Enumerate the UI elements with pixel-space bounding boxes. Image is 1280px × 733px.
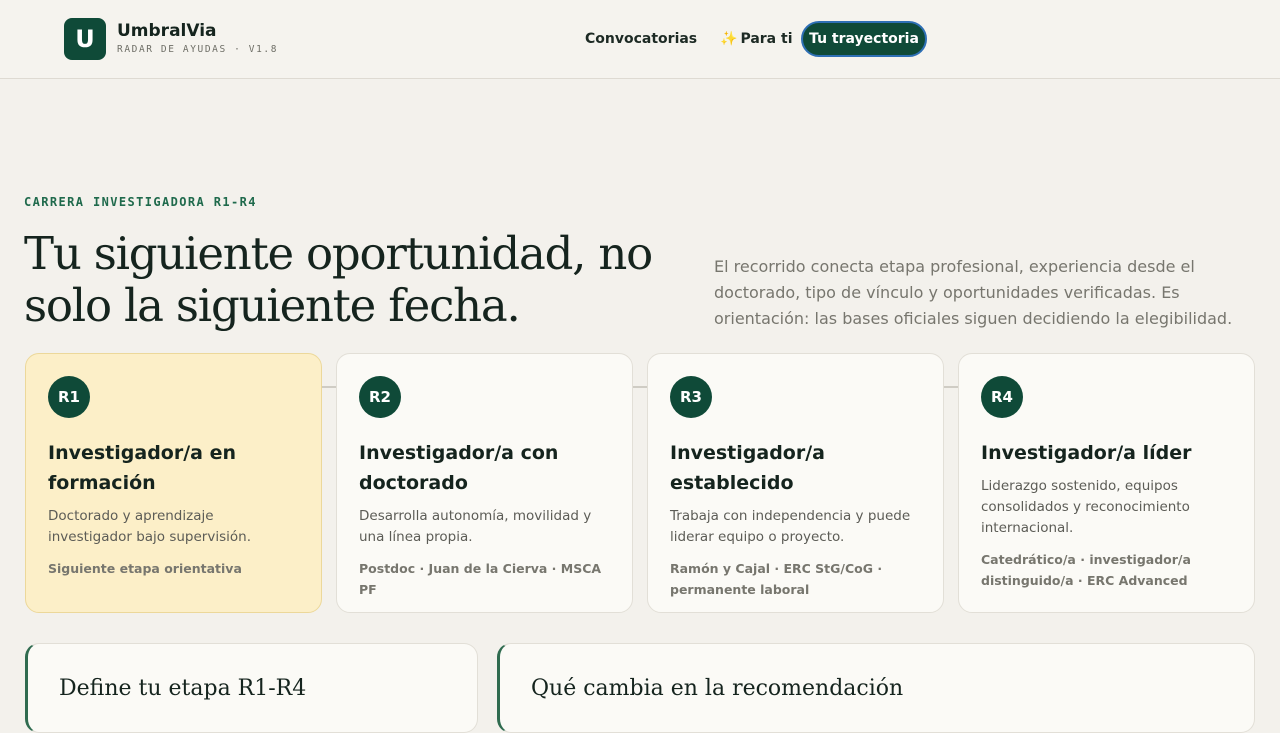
stage-title: Investigador/a en formación bbox=[48, 442, 237, 494]
sparkles-icon: ✨ bbox=[720, 31, 738, 47]
page-title: Tu siguiente oportunidad, no solo la sig… bbox=[24, 227, 653, 332]
nav-para-ti[interactable]: ✨ Para ti bbox=[720, 31, 793, 47]
stage-meta: Ramón y Cajal · ERC StG/CoG · permanente… bbox=[670, 561, 883, 597]
nav-convocatorias[interactable]: Convocatorias bbox=[585, 31, 697, 47]
stage-badge: R2 bbox=[359, 376, 401, 418]
recommendation-changes-title: Qué cambia en la recomendación bbox=[531, 676, 904, 701]
stage-card-r3[interactable]: R3 Investigador/a establecido Trabaja co… bbox=[647, 353, 944, 613]
stage-title: Investigador/a líder bbox=[981, 442, 1192, 464]
stage-meta: Catedrático/a · investigador/a distingui… bbox=[981, 552, 1191, 588]
stage-card-r2[interactable]: R2 Investigador/a con doctorado Desarrol… bbox=[336, 353, 633, 613]
brand-logo-letter: U bbox=[75, 25, 95, 53]
section-eyebrow: CARRERA INVESTIGADORA R1-R4 bbox=[24, 195, 257, 209]
stage-meta: Postdoc · Juan de la Cierva · MSCA PF bbox=[359, 561, 602, 597]
stage-badge: R4 bbox=[981, 376, 1023, 418]
stage-card-r1[interactable]: R1 Investigador/a en formación Doctorado… bbox=[25, 353, 322, 613]
stage-description: Doctorado y aprendizaje investigador baj… bbox=[48, 508, 251, 545]
top-navigation-bar: U UmbralVia RADAR DE AYUDAS · V1.8 Convo… bbox=[0, 0, 1280, 79]
define-stage-title: Define tu etapa R1-R4 bbox=[59, 676, 307, 701]
stage-badge: R3 bbox=[670, 376, 712, 418]
stage-badge: R1 bbox=[48, 376, 90, 418]
brand-name[interactable]: UmbralVia bbox=[117, 21, 217, 41]
nav-para-ti-label: Para ti bbox=[740, 31, 793, 47]
stage-description: Liderazgo sostenido, equipos consolidado… bbox=[981, 478, 1190, 536]
stage-title: Investigador/a establecido bbox=[670, 442, 825, 494]
stage-meta: Siguiente etapa orientativa bbox=[48, 561, 242, 576]
brand-subtitle: RADAR DE AYUDAS · V1.8 bbox=[117, 44, 279, 55]
nav-tu-trayectoria-button[interactable]: Tu trayectoria bbox=[801, 21, 927, 57]
stage-title: Investigador/a con doctorado bbox=[359, 442, 559, 494]
hero-description: El recorrido conecta etapa profesional, … bbox=[714, 257, 1233, 328]
stage-description: Desarrolla autonomía, movilidad y una lí… bbox=[359, 508, 592, 545]
stage-description: Trabaja con independencia y puede lidera… bbox=[670, 508, 911, 545]
stage-card-r4[interactable]: R4 Investigador/a líder Liderazgo sosten… bbox=[958, 353, 1255, 613]
brand-logo[interactable]: U bbox=[64, 18, 106, 60]
